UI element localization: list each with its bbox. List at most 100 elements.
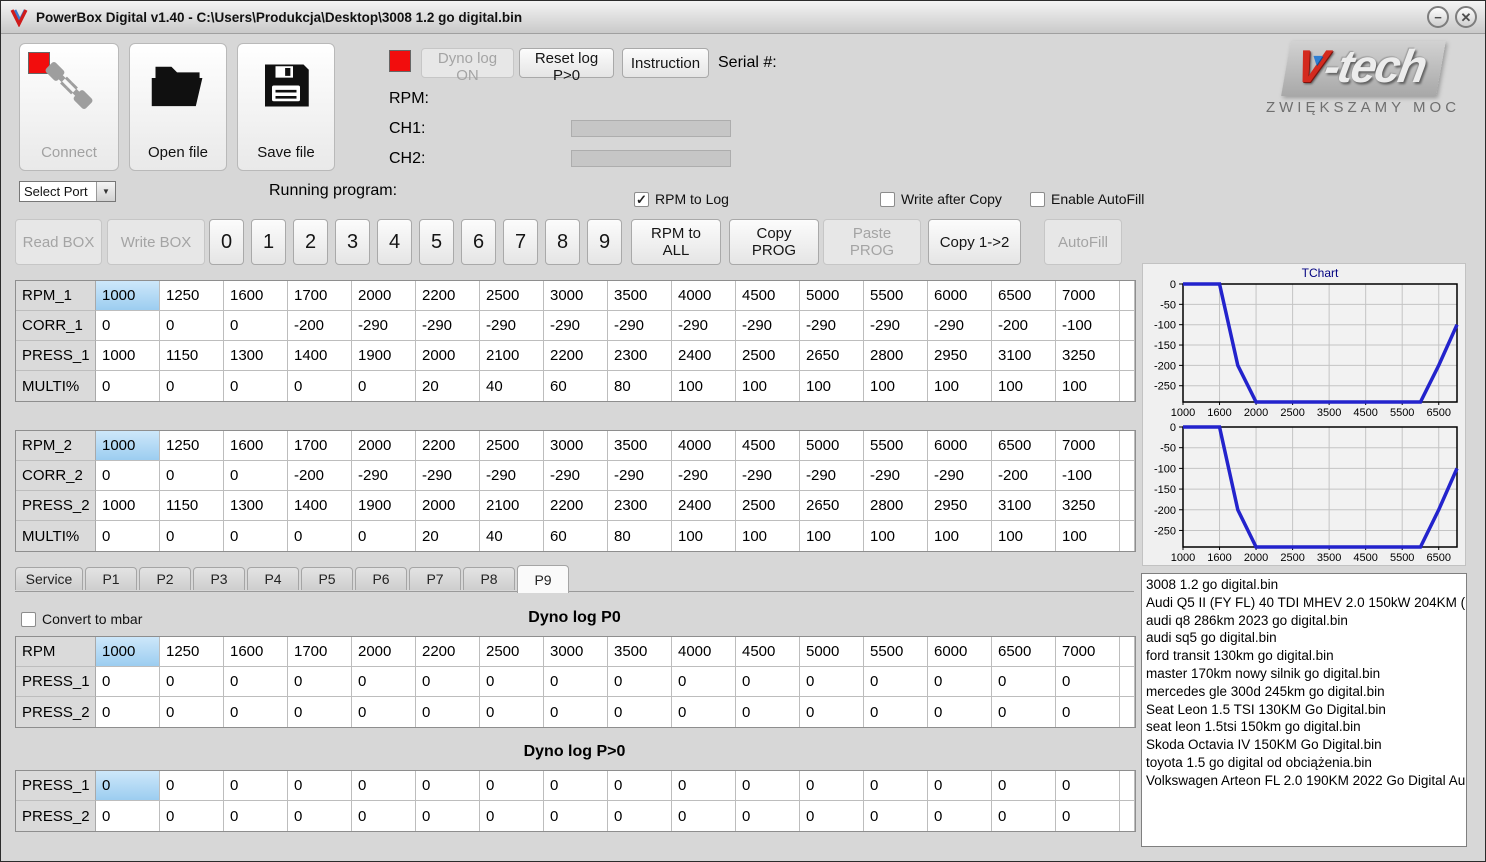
grid-cell[interactable]: 0 (160, 667, 224, 697)
grid-cell[interactable]: -290 (864, 461, 928, 491)
grid-cell[interactable]: 2650 (800, 341, 864, 371)
grid-cell[interactable]: 100 (672, 371, 736, 401)
grid-cell[interactable]: 0 (352, 771, 416, 801)
grid-cell[interactable]: 0 (928, 667, 992, 697)
tab-p9[interactable]: P9 (517, 565, 569, 593)
grid-cell[interactable]: -290 (928, 461, 992, 491)
grid-cell[interactable]: 0 (96, 697, 160, 727)
grid-cell[interactable]: 0 (608, 771, 672, 801)
grid-cell[interactable]: 0 (288, 771, 352, 801)
grid-cell[interactable]: 7000 (1056, 281, 1120, 311)
grid-cell[interactable]: 2500 (480, 431, 544, 461)
grid-cell[interactable]: 1300 (224, 341, 288, 371)
grid-cell[interactable]: 1400 (288, 341, 352, 371)
grid-cell[interactable]: 1700 (288, 431, 352, 461)
digit-button-9[interactable]: 9 (587, 219, 622, 265)
tab-p5[interactable]: P5 (301, 567, 353, 590)
tab-p8[interactable]: P8 (463, 567, 515, 590)
file-list-item[interactable]: Seat Leon 1.5 TSI 130KM Go Digital.bin (1146, 701, 1462, 719)
grid-cell[interactable]: 1900 (352, 341, 416, 371)
grid-cell[interactable]: 1900 (352, 491, 416, 521)
grid-cell[interactable]: 5500 (864, 431, 928, 461)
grid-cell[interactable]: 2500 (480, 281, 544, 311)
digit-button-6[interactable]: 6 (461, 219, 496, 265)
grid-cell[interactable]: 2800 (864, 341, 928, 371)
grid-cell[interactable]: -290 (544, 461, 608, 491)
connect-button[interactable]: Connect (19, 43, 119, 171)
grid-cell[interactable]: 2500 (480, 637, 544, 667)
grid-cell[interactable]: 0 (672, 667, 736, 697)
grid-cell[interactable]: 0 (160, 461, 224, 491)
save-file-button[interactable]: Save file (237, 43, 335, 171)
grid-cell[interactable]: 1000 (96, 341, 160, 371)
grid-cell[interactable]: 0 (736, 667, 800, 697)
digit-button-7[interactable]: 7 (503, 219, 538, 265)
grid-cell[interactable]: 0 (160, 311, 224, 341)
grid-cell[interactable]: 2200 (416, 431, 480, 461)
grid-cell[interactable]: -200 (288, 311, 352, 341)
grid-cell[interactable]: 0 (288, 371, 352, 401)
grid-cell[interactable]: 6500 (992, 281, 1056, 311)
file-list-item[interactable]: ford transit 130km go digital.bin (1146, 647, 1462, 665)
grid-cell[interactable]: 3250 (1056, 491, 1120, 521)
grid-cell[interactable]: 0 (864, 771, 928, 801)
grid-cell[interactable]: 0 (96, 771, 160, 801)
grid-cell[interactable]: 0 (224, 461, 288, 491)
grid-cell[interactable]: 100 (800, 521, 864, 551)
grid-cell[interactable]: 0 (608, 801, 672, 831)
grid-cell[interactable]: 100 (928, 371, 992, 401)
grid-cell[interactable]: 100 (736, 521, 800, 551)
digit-button-2[interactable]: 2 (293, 219, 328, 265)
grid-cell[interactable]: 0 (480, 697, 544, 727)
tab-p4[interactable]: P4 (247, 567, 299, 590)
file-list-item[interactable]: toyota 1.5 go digital od obciążenia.bin (1146, 754, 1462, 772)
file-list-item[interactable]: Skoda Octavia IV 150KM Go Digital.bin (1146, 736, 1462, 754)
grid-cell[interactable]: 0 (352, 371, 416, 401)
grid-cell[interactable]: -290 (928, 311, 992, 341)
grid-cell[interactable]: 5500 (864, 637, 928, 667)
grid-cell[interactable]: 6500 (992, 431, 1056, 461)
grid-cell[interactable]: 0 (864, 697, 928, 727)
file-list-item[interactable]: audi sq5 go digital.bin (1146, 629, 1462, 647)
grid-cell[interactable]: 0 (352, 667, 416, 697)
autofill-button[interactable]: AutoFill (1044, 219, 1122, 265)
grid-cell[interactable]: -290 (608, 311, 672, 341)
grid-cell[interactable]: 2100 (480, 491, 544, 521)
digit-button-5[interactable]: 5 (419, 219, 454, 265)
reset-log-button[interactable]: Reset log P>0 (519, 48, 614, 84)
grid-cell[interactable]: 3100 (992, 491, 1056, 521)
minimize-button[interactable]: − (1427, 6, 1449, 28)
grid-cell[interactable]: -290 (864, 311, 928, 341)
grid-cell[interactable]: -290 (416, 311, 480, 341)
grid-cell[interactable]: 0 (288, 521, 352, 551)
grid-cell[interactable]: -290 (608, 461, 672, 491)
grid-cell[interactable]: 0 (864, 801, 928, 831)
grid-cell[interactable]: 7000 (1056, 637, 1120, 667)
tab-p6[interactable]: P6 (355, 567, 407, 590)
grid-cell[interactable]: 0 (224, 667, 288, 697)
grid-cell[interactable]: 1000 (96, 491, 160, 521)
grid-cell[interactable]: 2000 (352, 281, 416, 311)
grid-cell[interactable]: 0 (96, 521, 160, 551)
grid-cell[interactable]: 0 (672, 801, 736, 831)
grid-cell[interactable]: 0 (1056, 771, 1120, 801)
grid-cell[interactable]: -100 (1056, 461, 1120, 491)
grid-cell[interactable]: -290 (352, 461, 416, 491)
select-port-dropdown[interactable]: Select Port ▼ (19, 181, 116, 202)
grid-cell[interactable]: 0 (1056, 667, 1120, 697)
grid-cell[interactable]: 3500 (608, 637, 672, 667)
grid-cell[interactable]: 0 (800, 697, 864, 727)
grid-cell[interactable]: 0 (96, 667, 160, 697)
paste-prog-button[interactable]: Paste PROG (823, 219, 921, 265)
file-list-item[interactable]: master 170km nowy silnik go digital.bin (1146, 665, 1462, 683)
grid-cell[interactable]: 100 (864, 371, 928, 401)
grid-cell[interactable]: 0 (1056, 801, 1120, 831)
grid-cell[interactable]: 0 (672, 771, 736, 801)
grid-cell[interactable]: 0 (800, 667, 864, 697)
instruction-button[interactable]: Instruction (622, 48, 709, 78)
grid-cell[interactable]: 1150 (160, 341, 224, 371)
checkbox-write-after-copy[interactable]: Write after Copy (880, 191, 1002, 207)
grid-cell[interactable]: 1150 (160, 491, 224, 521)
grid-cell[interactable]: 0 (288, 667, 352, 697)
grid-cell[interactable]: 1250 (160, 637, 224, 667)
